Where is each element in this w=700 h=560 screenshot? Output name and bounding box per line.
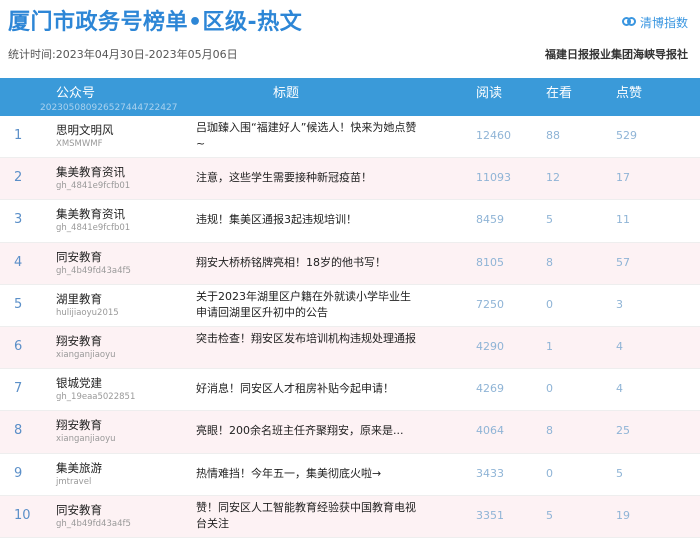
account-name: 集美教育资讯 <box>56 207 125 222</box>
col-likes: 点赞 <box>616 86 643 101</box>
page-header: 厦门市政务号榜单•区级-热文 统计时间:2023年04月30日-2023年05月… <box>0 0 700 78</box>
looking-count: 12 <box>546 171 560 185</box>
read-count: 4290 <box>476 339 504 353</box>
col-account: 公众号 <box>56 86 96 101</box>
article-title[interactable]: 亮眼！200余名班主任齐聚翔安，原来是... <box>196 423 421 439</box>
likes-count: 17 <box>616 171 630 185</box>
account-name: 翔安教育 <box>56 333 102 348</box>
account-name: 银城党建 <box>56 376 102 391</box>
table-row[interactable]: 6 翔安教育 xianganjiaoyu 突击检查！翔安区发布培训机构违规处理通… <box>0 326 700 370</box>
article-title[interactable]: 关于2023年湖里区户籍在外就读小学毕业生 申请回湖里区升初中的公告 <box>196 289 421 321</box>
account-name: 思明文明风 <box>56 123 114 137</box>
table-body: 1 思明文明风 XMSMWMF 吕珈臻入围“福建好人”候选人！快来为她点赞~ 1… <box>0 116 700 538</box>
article-title[interactable]: 好消息！同安区人才租房补贴今起申请！ <box>196 381 421 397</box>
likes-count: 5 <box>616 466 623 480</box>
account-id: jmtravel <box>56 476 92 487</box>
likes-count: 25 <box>616 424 630 438</box>
likes-count: 57 <box>616 255 630 269</box>
looking-count: 8 <box>546 255 553 269</box>
rank: 6 <box>14 338 23 354</box>
logo-text: 清博指数 <box>639 16 688 30</box>
header-code: 20230508092652744472242​7 <box>40 103 178 113</box>
col-title: 标题 <box>273 86 300 101</box>
page-title: 厦门市政务号榜单•区级-热文 <box>8 10 303 35</box>
article-title[interactable]: 赞！同安区人工智能教育经验获中国教育电视台关注 <box>196 500 421 532</box>
qingbo-logo-icon <box>621 16 636 30</box>
rank: 2 <box>14 170 23 186</box>
account-id: gh_4841e9fcfb01 <box>56 223 131 234</box>
read-count: 3351 <box>476 508 504 522</box>
table-row[interactable]: 1 思明文明风 XMSMWMF 吕珈臻入围“福建好人”候选人！快来为她点赞~ 1… <box>0 116 700 159</box>
table-row[interactable]: 5 湖里教育 hulijiaoyu2015 关于2023年湖里区户籍在外就读小学… <box>0 284 700 327</box>
account-id: gh_4b49fd43a4f5 <box>56 265 131 276</box>
table-header: 公众号 标题 阅读 在看 点赞 20230508092652744472242​… <box>0 78 700 116</box>
table-row[interactable]: 3 集美教育资讯 gh_4841e9fcfb01 违规！集美区通报3起违规培训！… <box>0 200 700 243</box>
looking-count: 0 <box>546 382 553 396</box>
account-id: gh_4841e9fcfb01 <box>56 181 131 192</box>
read-count: 12460 <box>476 129 511 142</box>
article-title[interactable]: 吕珈臻入围“福建好人”候选人！快来为她点赞~ <box>196 120 421 152</box>
account-name: 集美教育资讯 <box>56 165 125 180</box>
table-row[interactable]: 2 集美教育资讯 gh_4841e9fcfb01 注意，这些学生需要接种新冠疫苗… <box>0 158 700 201</box>
rank: 9 <box>14 465 23 481</box>
account-id: xianganjiaoyu <box>56 434 116 445</box>
likes-count: 11 <box>616 213 630 227</box>
likes-count: 529 <box>616 129 637 142</box>
account-name: 同安教育 <box>56 249 102 264</box>
table-row[interactable]: 10 同安教育 gh_4b49fd43a4f5 赞！同安区人工智能教育经验获中国… <box>0 495 700 538</box>
read-count: 8105 <box>476 255 504 269</box>
rank: 1 <box>14 128 23 143</box>
account-id: gh_4b49fd43a4f5 <box>56 518 131 529</box>
rank: 10 <box>14 507 31 523</box>
likes-count: 19 <box>616 508 630 522</box>
account-id: XMSMWMF <box>56 139 103 149</box>
table-row[interactable]: 4 同安教育 gh_4b49fd43a4f5 翔安大桥桥铭牌亮相！18岁的他书写… <box>0 242 700 285</box>
rank: 3 <box>14 212 23 228</box>
rank: 8 <box>14 423 23 439</box>
likes-count: 4 <box>616 339 623 353</box>
account-name: 同安教育 <box>56 502 102 517</box>
looking-count: 0 <box>546 466 553 480</box>
article-title[interactable]: 翔安大桥桥铭牌亮相！18岁的他书写！ <box>196 255 421 271</box>
read-count: 7250 <box>476 297 504 311</box>
read-count: 8459 <box>476 213 504 227</box>
table-row[interactable]: 8 翔安教育 xianganjiaoyu 亮眼！200余名班主任齐聚翔安，原来是… <box>0 411 700 454</box>
likes-count: 4 <box>616 382 623 396</box>
article-title[interactable]: 热情难挡！今年五一，集美彻底火啦→ <box>196 466 421 482</box>
article-title[interactable]: 突击检查！翔安区发布培训机构违规处理通报 <box>196 331 421 347</box>
looking-count: 88 <box>546 129 560 142</box>
table-row[interactable]: 9 集美旅游 jmtravel 热情难挡！今年五一，集美彻底火啦→ 3433 0… <box>0 453 700 496</box>
looking-count: 1 <box>546 339 553 353</box>
statistics-period: 统计时间:2023年04月30日-2023年05月06日 <box>8 48 238 61</box>
col-looking: 在看 <box>546 86 573 101</box>
read-count: 11093 <box>476 171 511 185</box>
qingbo-logo: 清博指数 <box>621 14 688 31</box>
account-id: xianganjiaoyu <box>56 349 116 360</box>
rank: 4 <box>14 254 23 270</box>
table-row[interactable]: 7 银城党建 gh_19eaa5022851 好消息！同安区人才租房补贴今起申请… <box>0 369 700 412</box>
rank: 7 <box>14 381 23 397</box>
looking-count: 0 <box>546 297 553 311</box>
looking-count: 5 <box>546 213 553 227</box>
read-count: 4064 <box>476 424 504 438</box>
publisher-name: 福建日报报业集团海峡导报社 <box>545 48 688 61</box>
likes-count: 3 <box>616 297 623 311</box>
read-count: 3433 <box>476 466 504 480</box>
looking-count: 5 <box>546 508 553 522</box>
read-count: 4269 <box>476 382 504 396</box>
account-name: 翔安教育 <box>56 418 102 433</box>
account-id: hulijiaoyu2015 <box>56 307 119 318</box>
account-name: 集美旅游 <box>56 460 102 475</box>
rank: 5 <box>14 296 23 312</box>
article-title[interactable]: 注意，这些学生需要接种新冠疫苗！ <box>196 170 421 186</box>
col-read: 阅读 <box>476 86 503 101</box>
account-name: 湖里教育 <box>56 291 102 306</box>
account-id: gh_19eaa5022851 <box>56 392 136 403</box>
looking-count: 8 <box>546 424 553 438</box>
article-title[interactable]: 违规！集美区通报3起违规培训！ <box>196 212 421 228</box>
